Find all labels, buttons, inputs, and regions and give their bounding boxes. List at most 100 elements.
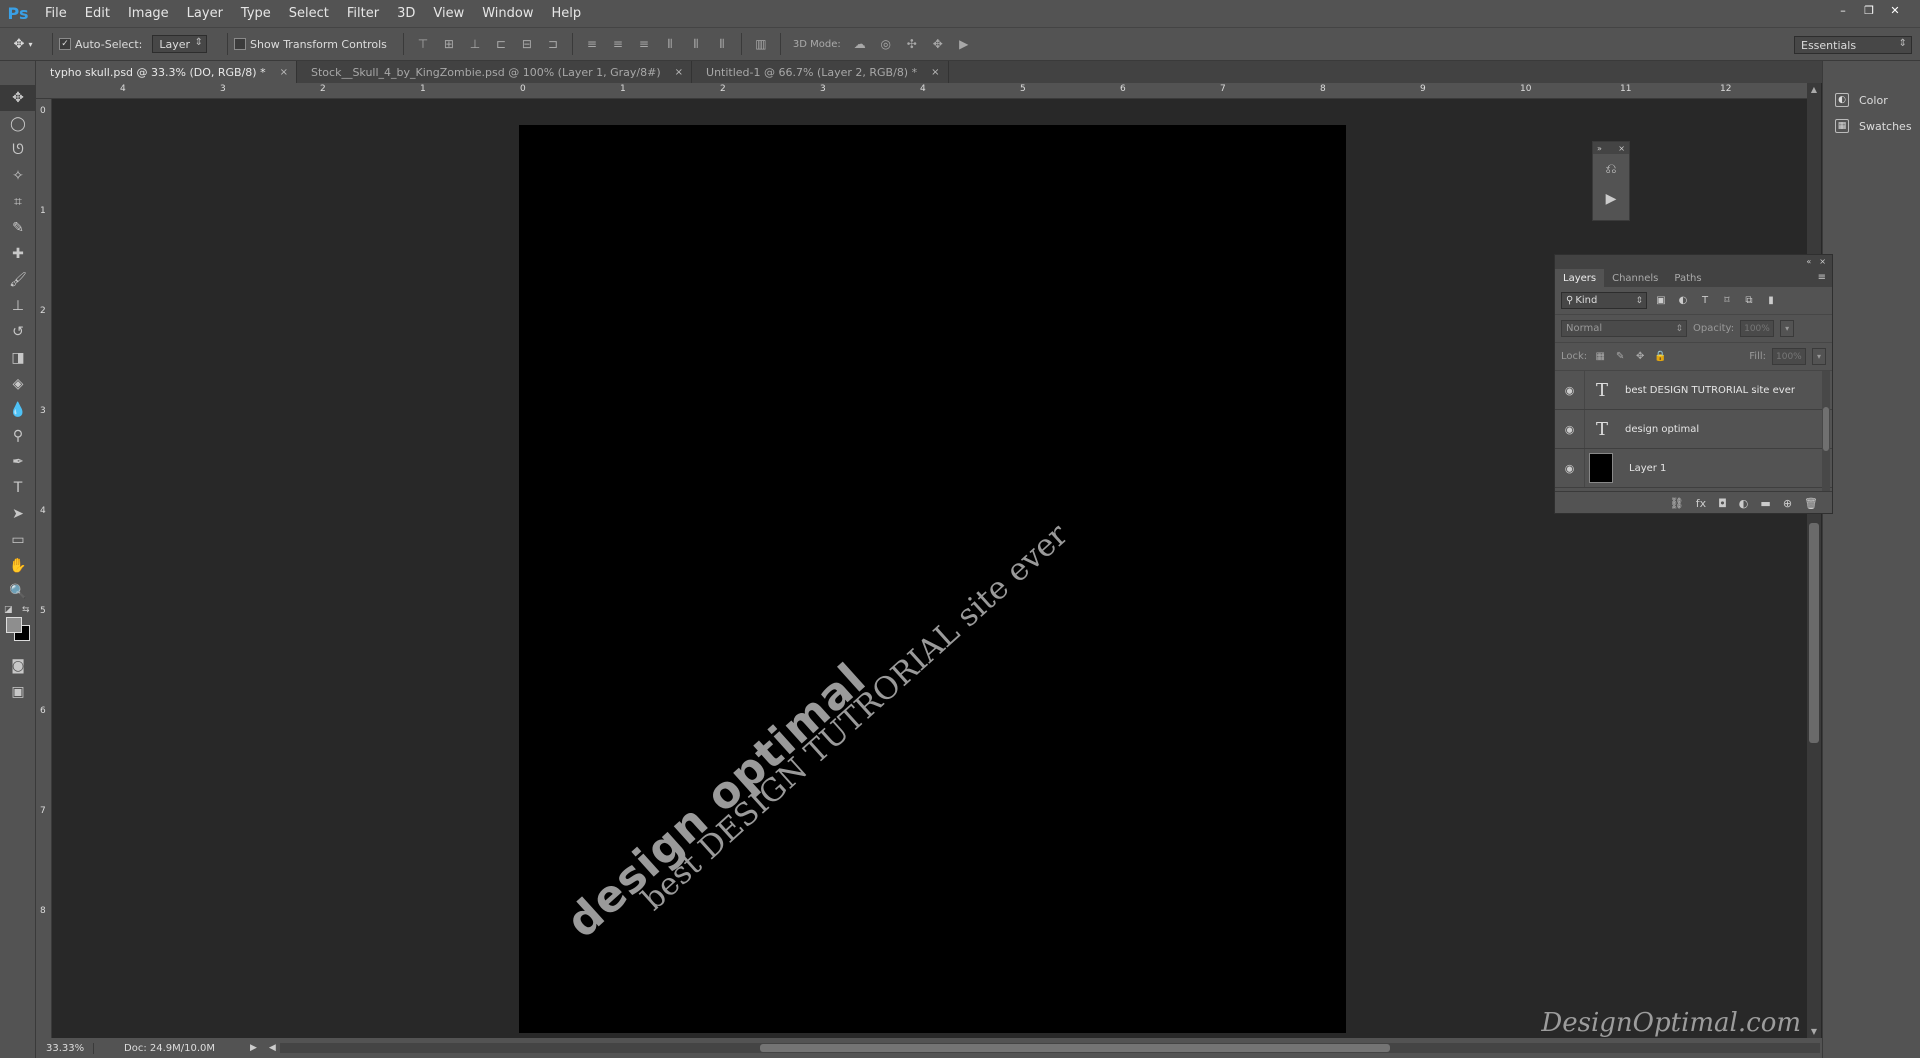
distribute-bottom-icon[interactable]: ≡ bbox=[635, 35, 653, 53]
menu-type[interactable]: Type bbox=[232, 6, 280, 21]
3d-orbit-icon[interactable]: ☁ bbox=[851, 35, 869, 53]
menu-select[interactable]: Select bbox=[280, 6, 338, 21]
layer-row[interactable]: ◉ Layer 1 bbox=[1555, 449, 1832, 488]
menu-image[interactable]: Image bbox=[119, 6, 178, 21]
menu-filter[interactable]: Filter bbox=[338, 6, 388, 21]
distribute-vcenter-icon[interactable]: ≡ bbox=[609, 35, 627, 53]
link-layers-icon[interactable]: ⛓ bbox=[1670, 497, 1684, 510]
lock-pixels-icon[interactable]: ✎ bbox=[1613, 350, 1627, 364]
filter-toggle-icon[interactable]: ▮ bbox=[1763, 293, 1779, 309]
align-right-icon[interactable]: ⊐ bbox=[544, 35, 562, 53]
dock-color[interactable]: ◐ Color bbox=[1823, 87, 1920, 113]
adjustment-layer-icon[interactable]: ◐ bbox=[1739, 497, 1749, 510]
vertical-ruler[interactable]: 0 1 2 3 4 5 6 7 8 bbox=[36, 99, 52, 1038]
actions-play-icon[interactable]: ▶ bbox=[1593, 184, 1629, 214]
auto-select-toggle[interactable]: ✓ Auto-Select: bbox=[59, 38, 142, 51]
restore-button[interactable]: ❐ bbox=[1858, 2, 1880, 18]
tab-untitled-1[interactable]: Untitled-1 @ 66.7% (Layer 2, RGB/8) * × bbox=[692, 61, 949, 83]
show-transform-checkbox[interactable] bbox=[234, 38, 247, 50]
tab-channels[interactable]: Channels bbox=[1604, 269, 1666, 287]
new-layer-icon[interactable]: ⊕ bbox=[1783, 497, 1792, 510]
dock-grip[interactable] bbox=[1823, 61, 1920, 87]
swap-colors-icon[interactable]: ⇆ bbox=[22, 605, 30, 615]
history-brush-tool-icon[interactable]: ↺ bbox=[0, 319, 36, 345]
screen-mode-icon[interactable]: ▣ bbox=[0, 679, 36, 705]
hand-tool-icon[interactable]: ✋ bbox=[0, 553, 36, 579]
opacity-field[interactable]: 100% bbox=[1740, 320, 1775, 337]
vertical-scroll-thumb[interactable] bbox=[1809, 523, 1819, 743]
paint-bucket-tool-icon[interactable]: ◈ bbox=[0, 371, 36, 397]
move-tool-icon[interactable]: ✥ bbox=[0, 85, 36, 111]
document-size-info[interactable]: Doc: 24.9M/10.0M bbox=[94, 1043, 244, 1054]
layer-row[interactable]: ◉ T best DESIGN TUTRORIAL site ever bbox=[1555, 371, 1832, 410]
status-menu-arrow-icon[interactable]: ▶ bbox=[250, 1043, 257, 1053]
healing-brush-tool-icon[interactable]: ✚ bbox=[0, 241, 36, 267]
opacity-dropdown-icon[interactable]: ▾ bbox=[1780, 320, 1795, 337]
align-left-icon[interactable]: ⊏ bbox=[492, 35, 510, 53]
close-icon[interactable]: × bbox=[280, 67, 288, 78]
trash-icon[interactable]: 🗑 bbox=[1804, 497, 1818, 510]
collapse-icon[interactable]: « bbox=[1806, 257, 1811, 266]
layer-row[interactable]: ◉ T design optimal bbox=[1555, 410, 1832, 449]
fill-field[interactable]: 100% bbox=[1772, 348, 1806, 365]
auto-select-target-dropdown[interactable]: Layer bbox=[152, 35, 208, 53]
tab-paths[interactable]: Paths bbox=[1666, 269, 1709, 287]
canvas-text-design-optimal[interactable]: design optimal bbox=[557, 654, 876, 948]
fx-icon[interactable]: fx bbox=[1696, 497, 1706, 510]
filter-adjustment-icon[interactable]: ◐ bbox=[1675, 293, 1691, 309]
close-icon[interactable]: × bbox=[675, 67, 683, 78]
menu-view[interactable]: View bbox=[424, 6, 473, 21]
panel-menu-icon[interactable]: ≡ bbox=[1818, 272, 1832, 283]
eye-icon[interactable]: ◉ bbox=[1555, 410, 1585, 448]
3d-roll-icon[interactable]: ◎ bbox=[877, 35, 895, 53]
clone-stamp-tool-icon[interactable]: ⊥ bbox=[0, 293, 36, 319]
history-icon[interactable]: ⎌ bbox=[1593, 154, 1629, 184]
new-group-icon[interactable]: ▬ bbox=[1760, 497, 1770, 510]
distribute-left-icon[interactable]: ⦀ bbox=[661, 35, 679, 53]
layers-scrollbar[interactable] bbox=[1822, 371, 1830, 491]
blur-tool-icon[interactable]: 💧 bbox=[0, 397, 36, 423]
filter-kind-dropdown[interactable]: ⚲ Kind bbox=[1561, 292, 1647, 309]
3d-scale-icon[interactable]: ▶ bbox=[955, 35, 973, 53]
vertical-scrollbar[interactable]: ▲ ▼ bbox=[1807, 83, 1821, 1038]
close-window-button[interactable]: ✕ bbox=[1884, 2, 1906, 18]
filter-smart-object-icon[interactable]: ⧉ bbox=[1741, 293, 1757, 309]
close-icon[interactable]: × bbox=[1618, 144, 1625, 153]
tab-stock-skull[interactable]: Stock__Skull_4_by_KingZombie.psd @ 100% … bbox=[297, 61, 693, 83]
rectangle-tool-icon[interactable]: ▭ bbox=[0, 527, 36, 553]
tab-typho-skull[interactable]: typho skull.psd @ 33.3% (DO, RGB/8) * × bbox=[36, 61, 297, 83]
layers-scroll-thumb[interactable] bbox=[1823, 407, 1829, 451]
foreground-color[interactable] bbox=[6, 617, 22, 633]
canvas-text-tagline[interactable]: best DESIGN TUTRORIAL site ever bbox=[635, 517, 1075, 918]
collapse-icon[interactable]: » bbox=[1597, 144, 1602, 153]
dock-swatches[interactable]: ▦ Swatches bbox=[1823, 113, 1920, 139]
type-tool-icon[interactable]: T bbox=[0, 475, 36, 501]
menu-edit[interactable]: Edit bbox=[76, 6, 119, 21]
magic-wand-tool-icon[interactable]: ✧ bbox=[0, 163, 36, 189]
fill-dropdown-icon[interactable]: ▾ bbox=[1812, 348, 1826, 365]
blend-mode-dropdown[interactable]: Normal bbox=[1561, 320, 1687, 337]
distribute-right-icon[interactable]: ⦀ bbox=[713, 35, 731, 53]
lasso-tool-icon[interactable]: ᘎ bbox=[0, 137, 36, 163]
eye-icon[interactable]: ◉ bbox=[1555, 371, 1585, 409]
lock-all-icon[interactable]: 🔒 bbox=[1653, 350, 1667, 364]
horizontal-scrollbar[interactable] bbox=[280, 1043, 1820, 1053]
scroll-up-icon[interactable]: ▲ bbox=[1809, 85, 1819, 94]
document-canvas[interactable]: design optimal best DESIGN TUTRORIAL sit… bbox=[519, 125, 1346, 1033]
eye-icon[interactable]: ◉ bbox=[1555, 449, 1585, 487]
tool-preset-picker[interactable]: ✥ ▾ bbox=[0, 37, 46, 52]
filter-shape-icon[interactable]: ⌑ bbox=[1719, 293, 1735, 309]
pen-tool-icon[interactable]: ✒ bbox=[0, 449, 36, 475]
dodge-tool-icon[interactable]: ⚲ bbox=[0, 423, 36, 449]
horizontal-scroll-thumb[interactable] bbox=[760, 1044, 1390, 1052]
crop-tool-icon[interactable]: ⌗ bbox=[0, 189, 36, 215]
close-icon[interactable]: × bbox=[931, 67, 939, 78]
3d-slide-icon[interactable]: ✥ bbox=[929, 35, 947, 53]
scroll-left-icon[interactable]: ◀ bbox=[269, 1043, 276, 1053]
lock-position-icon[interactable]: ✥ bbox=[1633, 350, 1647, 364]
distribute-top-icon[interactable]: ≡ bbox=[583, 35, 601, 53]
zoom-level[interactable]: 33.33% bbox=[36, 1042, 94, 1054]
eyedropper-tool-icon[interactable]: ✎ bbox=[0, 215, 36, 241]
align-top-icon[interactable]: ⊤ bbox=[414, 35, 432, 53]
show-transform-toggle[interactable]: Show Transform Controls bbox=[234, 38, 387, 51]
